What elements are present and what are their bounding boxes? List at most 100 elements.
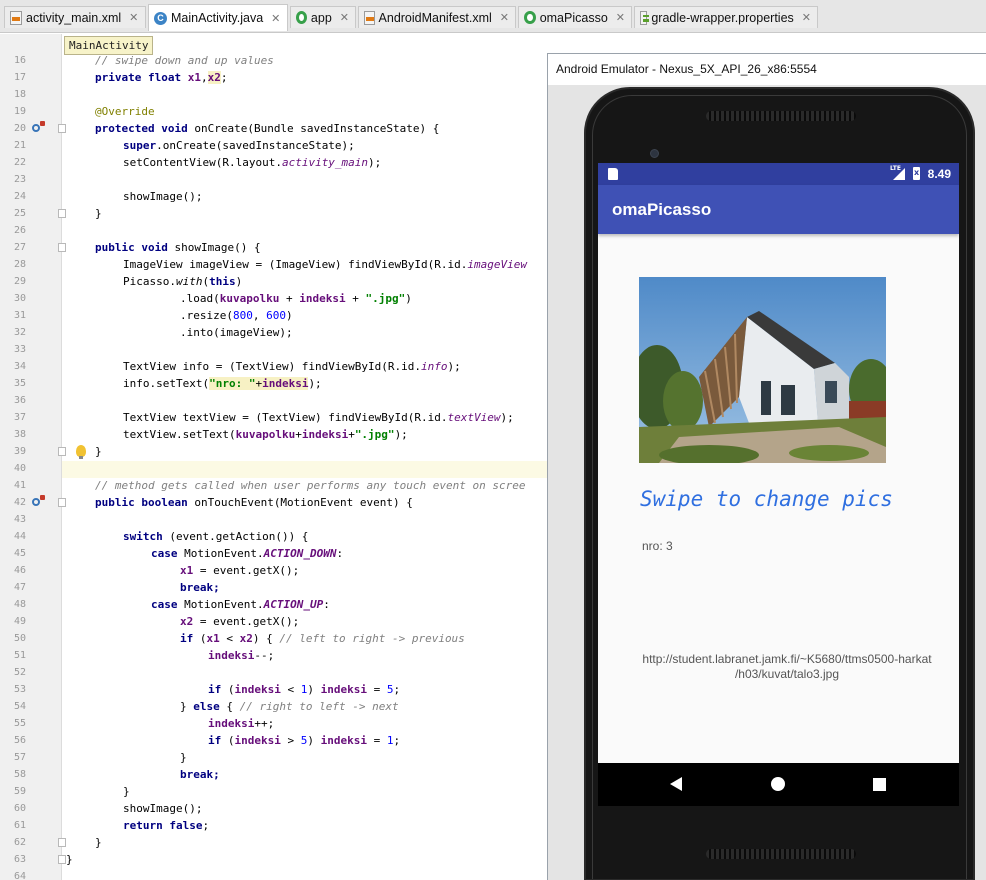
tab-activity-main-xml[interactable]: activity_main.xml ✕ <box>4 6 146 28</box>
line-number: 46 <box>13 565 26 576</box>
code-line: 54} else { // right to left -> next <box>0 698 548 715</box>
tab-android-manifest[interactable]: AndroidManifest.xml ✕ <box>358 6 516 28</box>
code-line: 31 .resize(800, 600) <box>0 307 548 324</box>
fold-marker-icon[interactable] <box>58 498 66 507</box>
keyword: if <box>180 632 200 645</box>
field: info <box>421 360 448 373</box>
close-icon[interactable]: ✕ <box>340 11 349 24</box>
string-literal: ".jpg" <box>365 292 406 305</box>
fold-marker-icon[interactable] <box>58 855 66 864</box>
code-line: 35 info.setText("nro: "+indeksi); <box>0 375 548 392</box>
tab-gradle-wrapper-properties[interactable]: gradle-wrapper.properties ✕ <box>634 6 818 28</box>
tab-label: AndroidManifest.xml <box>378 10 492 25</box>
field: indeksi <box>299 292 346 305</box>
code-line: 26 <box>0 222 548 239</box>
close-icon[interactable]: ✕ <box>802 11 811 24</box>
fold-marker-icon[interactable] <box>58 838 66 847</box>
phone-frame: LTE 8.49 omaPicasso <box>584 87 975 880</box>
comment: // right to left -> next <box>239 700 399 713</box>
field: indeksi <box>208 717 255 730</box>
fold-marker-icon[interactable] <box>58 124 66 133</box>
code-text: TextView info = (TextView) findViewById(… <box>123 360 422 373</box>
code-line: 30 .load(kuvapolku + indeksi + ".jpg") <box>0 290 548 307</box>
breadcrumb[interactable]: MainActivity <box>64 36 154 55</box>
recent-apps-icon[interactable] <box>873 778 886 791</box>
field: x2 <box>180 615 194 628</box>
tab-main-activity-java[interactable]: C MainActivity.java ✕ <box>148 4 288 31</box>
code-line: 37 TextView textView = (TextView) findVie… <box>0 409 548 426</box>
override-gutter-icon[interactable] <box>32 121 45 132</box>
line-number: 30 <box>13 293 26 304</box>
code-text: : <box>323 598 330 611</box>
close-icon[interactable]: ✕ <box>271 12 280 25</box>
bottom-speaker-grille <box>706 849 856 859</box>
code-text: TextView textView = (TextView) findViewB… <box>123 411 448 424</box>
close-icon[interactable]: ✕ <box>616 11 625 24</box>
code-text: ); <box>447 360 461 373</box>
emulator-window[interactable]: Android Emulator - Nexus_5X_API_26_x86:5… <box>547 53 986 880</box>
line-number: 22 <box>13 157 26 168</box>
sd-card-icon <box>608 168 618 180</box>
emulator-title-bar[interactable]: Android Emulator - Nexus_5X_API_26_x86:5… <box>548 54 986 85</box>
code-text: + <box>295 428 302 441</box>
line-number: 42 <box>13 497 26 508</box>
keyword: public boolean <box>95 496 195 509</box>
code-text: --; <box>254 649 275 662</box>
line-number: 58 <box>13 769 26 780</box>
code-text: MotionEvent. <box>184 598 264 611</box>
line-number: 50 <box>13 633 26 644</box>
code-line: 58 break; <box>0 766 548 783</box>
code-line: 46 x1 = event.getX(); <box>0 562 548 579</box>
field: kuvapolku <box>219 292 280 305</box>
keyword: else <box>193 700 227 713</box>
back-icon[interactable] <box>670 777 682 791</box>
fold-marker-icon[interactable] <box>58 243 66 252</box>
code-line: 29 Picasso.with(this) <box>0 273 548 290</box>
field: indeksi <box>208 649 255 662</box>
tab-label: omaPicasso <box>539 10 608 25</box>
tab-omapicasso[interactable]: omaPicasso ✕ <box>518 6 632 28</box>
code-text: ); <box>394 428 408 441</box>
code-text: .into(imageView); <box>180 326 293 339</box>
field: indeksi <box>320 734 367 747</box>
code-text: } <box>66 853 73 866</box>
code-text: ( <box>199 632 207 645</box>
code-text: } <box>180 751 187 764</box>
code-text: ; <box>393 734 401 747</box>
image-url-line: /h03/kuvat/talo3.jpg <box>734 667 840 681</box>
fold-marker-icon[interactable] <box>58 447 66 456</box>
front-camera <box>650 149 659 158</box>
code-line: 43 <box>0 511 548 528</box>
code-text: onCreate(Bundle savedInstanceState) { <box>194 122 440 135</box>
code-line: 55 indeksi++; <box>0 715 548 732</box>
code-line: 39} <box>0 443 548 460</box>
code-line: 21 super.onCreate(savedInstanceState); <box>0 137 548 154</box>
device-screen[interactable]: LTE 8.49 omaPicasso <box>598 163 959 806</box>
method-call: with <box>175 275 203 288</box>
image-url-text: http://student.labranet.jamk.fi/~K5680/t… <box>616 652 958 682</box>
house-photo-illustration <box>639 277 886 463</box>
comment: // left to right -> previous <box>279 632 465 645</box>
code-text: > <box>280 734 301 747</box>
tab-label: MainActivity.java <box>171 11 264 25</box>
tab-app[interactable]: app ✕ <box>290 6 356 28</box>
override-gutter-icon[interactable] <box>32 495 45 506</box>
field: activity_main <box>281 156 369 169</box>
code-text: , <box>252 309 267 322</box>
image-url-line: http://student.labranet.jamk.fi/~K5680/t… <box>642 652 932 666</box>
code-text: = event.getX(); <box>193 615 300 628</box>
close-icon[interactable]: ✕ <box>500 11 509 24</box>
module-icon <box>296 11 307 24</box>
code-text: { <box>226 700 240 713</box>
close-icon[interactable]: ✕ <box>129 11 138 24</box>
fold-marker-icon[interactable] <box>58 209 66 218</box>
code-line: 59} <box>0 783 548 800</box>
line-number: 64 <box>13 871 26 880</box>
code-line: 42 public boolean onTouchEvent(MotionEven… <box>0 494 548 511</box>
code-lines[interactable]: 16 // swipe down and up values 17 private … <box>0 52 548 880</box>
home-icon[interactable] <box>771 777 785 791</box>
lightbulb-icon[interactable] <box>76 445 86 459</box>
code-line: 49 x2 = event.getX(); <box>0 613 548 630</box>
code-text: + <box>345 292 366 305</box>
code-text: showImage() { <box>174 241 261 254</box>
